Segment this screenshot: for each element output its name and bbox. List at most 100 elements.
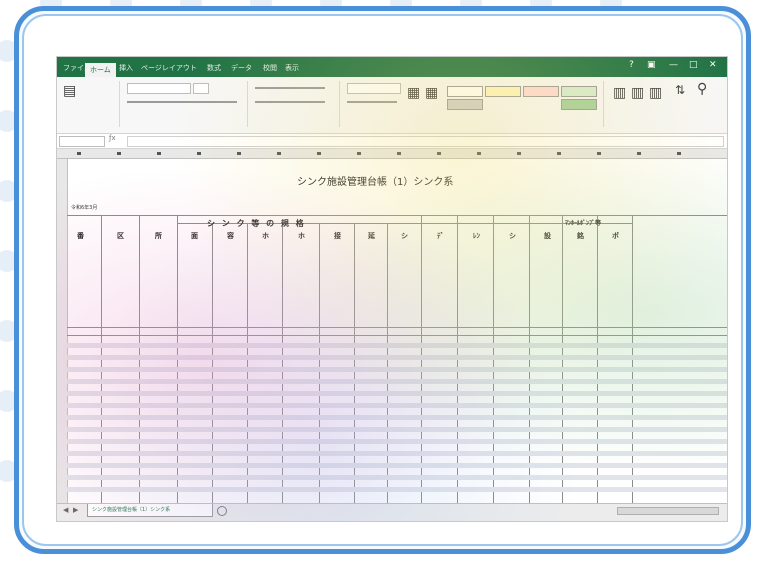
style-good[interactable] [561, 86, 597, 97]
column-letter[interactable] [437, 152, 441, 155]
column-letter[interactable] [277, 152, 281, 155]
table-row[interactable] [67, 403, 727, 408]
ribbon-separator [603, 81, 604, 127]
table-row[interactable] [67, 427, 727, 432]
conditional-format-icon[interactable]: ▦ [407, 85, 420, 101]
indent-buttons[interactable] [255, 101, 325, 103]
column-letter[interactable] [237, 152, 241, 155]
col-header: ホ [262, 232, 269, 240]
sort-filter-icon[interactable]: ⇅ [675, 83, 685, 97]
column-letter[interactable] [317, 152, 321, 155]
table-row[interactable] [67, 355, 727, 360]
col-header: ﾚﾝ [473, 232, 480, 240]
number-format-buttons[interactable] [347, 101, 397, 103]
tab-data[interactable]: データ [231, 61, 252, 75]
table-row[interactable] [67, 475, 727, 480]
table-row[interactable] [67, 451, 727, 456]
sheet-tab[interactable]: シンク施設管理台帳（1）シンク系 [87, 504, 213, 517]
column-letter[interactable] [117, 152, 121, 155]
col-header: シ [401, 232, 408, 240]
minimize-icon[interactable]: — [669, 60, 678, 70]
ribbon-display-icon[interactable]: ▣ [647, 60, 656, 70]
table-row[interactable] [67, 367, 727, 372]
style-accent[interactable] [561, 99, 597, 110]
section-tank-label: シ ン ク 等 の 規 格 [207, 219, 306, 228]
table-top-border [67, 215, 727, 216]
column-letter[interactable] [357, 152, 361, 155]
style-normal[interactable] [447, 86, 483, 97]
close-icon[interactable]: ✕ [709, 60, 717, 70]
tab-insert[interactable]: 挿入 [119, 61, 133, 75]
col-header: 区 [117, 232, 124, 240]
col-header: ホ [298, 232, 305, 240]
column-border [319, 223, 320, 503]
add-sheet-icon[interactable] [217, 506, 227, 516]
table-row[interactable] [67, 415, 727, 420]
col-header: シ [509, 232, 516, 240]
column-header-row [57, 149, 727, 159]
name-box[interactable] [59, 136, 105, 147]
table-row[interactable] [67, 379, 727, 384]
delete-cells-icon[interactable]: ▥ [631, 85, 644, 101]
table-row[interactable] [67, 439, 727, 444]
worksheet-grid[interactable]: シンク施設管理台帳（1）シンク系 令和6年3月 シ ン ク 等 の 規 格 ﾏﾝ… [57, 159, 727, 503]
column-letter[interactable] [77, 152, 81, 155]
tab-view[interactable]: 表示 [285, 61, 299, 75]
section-pump-label: ﾏﾝﾎｰﾙﾎﾟﾝﾌﾟ等 [565, 220, 602, 227]
column-letter[interactable] [517, 152, 521, 155]
column-letter[interactable] [397, 152, 401, 155]
column-letter[interactable] [477, 152, 481, 155]
tab-home[interactable]: ホーム [85, 63, 116, 77]
column-letter[interactable] [637, 152, 641, 155]
style-neutral[interactable] [485, 86, 521, 97]
column-border [282, 223, 283, 503]
format-cells-icon[interactable]: ▥ [649, 85, 662, 101]
ribbon-separator [339, 81, 340, 127]
col-header: 容 [227, 232, 234, 240]
col-header: 番 [77, 232, 84, 240]
horizontal-scrollbar[interactable] [617, 507, 719, 515]
insert-cells-icon[interactable]: ▥ [613, 85, 626, 101]
font-format-buttons[interactable] [127, 101, 237, 103]
col-header: 接 [334, 232, 341, 240]
style-check[interactable] [447, 99, 483, 110]
help-icon[interactable]: ? [629, 60, 634, 70]
header-bottom-border [67, 327, 727, 328]
font-size-select[interactable] [193, 83, 209, 94]
column-border [212, 223, 213, 503]
paste-icon[interactable]: ▤ [63, 83, 76, 99]
find-icon[interactable]: ⚲ [697, 81, 707, 97]
col-header: ポ [612, 232, 619, 240]
alignment-buttons[interactable] [255, 87, 325, 89]
sheet-tab-bar: ◀ ▶ シンク施設管理台帳（1）シンク系 [57, 503, 727, 521]
column-letter[interactable] [157, 152, 161, 155]
column-border [354, 223, 355, 503]
unit-row-border [67, 335, 727, 336]
col-header: 設 [544, 232, 551, 240]
fx-icon[interactable]: ƒx [109, 134, 116, 142]
table-row[interactable] [67, 487, 727, 492]
tab-page-layout[interactable]: ページレイアウト [141, 61, 197, 75]
column-letter[interactable] [677, 152, 681, 155]
tab-review[interactable]: 校閲 [263, 61, 277, 75]
col-header: 延 [368, 232, 375, 240]
table-row[interactable] [67, 343, 727, 348]
formula-input[interactable] [127, 136, 724, 147]
maximize-icon[interactable]: □ [689, 60, 698, 70]
col-header: 銘 [577, 232, 584, 240]
sheet-prev-icon[interactable]: ◀ [63, 506, 68, 514]
formula-bar: ƒx [57, 134, 727, 149]
table-row[interactable] [67, 463, 727, 468]
style-bad[interactable] [523, 86, 559, 97]
column-letter[interactable] [557, 152, 561, 155]
table-row[interactable] [67, 391, 727, 396]
tab-formulas[interactable]: 数式 [207, 61, 221, 75]
font-name-select[interactable] [127, 83, 191, 94]
col-header: 面 [191, 232, 198, 240]
number-format-select[interactable] [347, 83, 401, 94]
column-letter[interactable] [597, 152, 601, 155]
sheet-next-icon[interactable]: ▶ [73, 506, 78, 514]
column-letter[interactable] [197, 152, 201, 155]
col-header: ﾃﾞ [437, 232, 444, 240]
table-format-icon[interactable]: ▦ [425, 85, 438, 101]
